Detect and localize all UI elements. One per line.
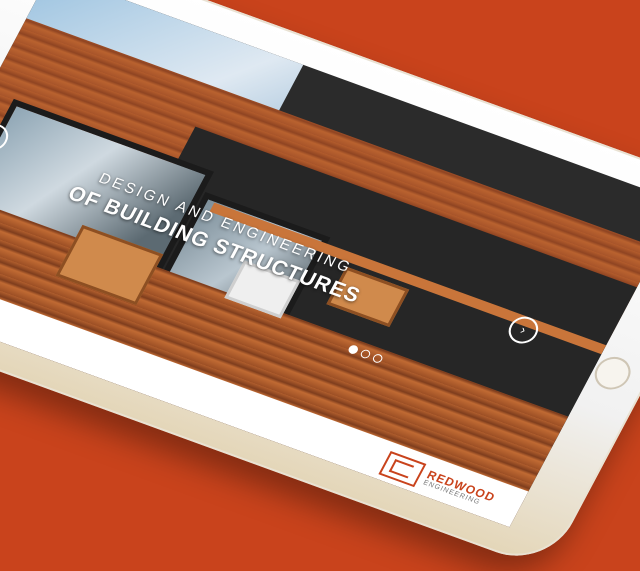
tablet-device: Design and engineering of building struc… [0, 0, 640, 571]
chevron-right-icon: › [517, 322, 529, 338]
tablet-screen: Design and engineering of building struc… [0, 0, 640, 528]
